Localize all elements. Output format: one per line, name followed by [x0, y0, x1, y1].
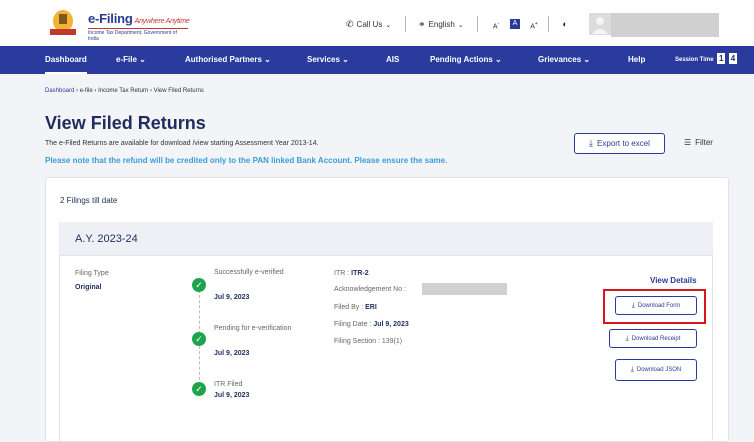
timeline-date: Jul 9, 2023 [214, 294, 250, 301]
filter-icon: ☰ [684, 138, 692, 147]
top-header: e-Filing Anywhere Anytime Income Tax Depa… [0, 0, 754, 46]
username-masked[interactable] [611, 13, 719, 37]
breadcrumb-efile[interactable]: e-file [80, 88, 93, 94]
filings-count: 2 Filings till date [60, 196, 118, 205]
user-icon [592, 17, 608, 34]
nav-pending-actions[interactable]: Pending Actions ⌄ [430, 46, 502, 74]
font-decrease-button[interactable]: A- [491, 19, 501, 30]
filing-date: Filing Date : Jul 9, 2023 [334, 321, 409, 328]
nav-services[interactable]: Services ⌄ [307, 46, 349, 74]
view-details-link[interactable]: View Details [650, 276, 697, 285]
page-description: The e-Filed Returns are available for do… [45, 140, 319, 147]
ay-header [59, 222, 713, 256]
divider [405, 16, 406, 32]
filing-type-value: Original [75, 284, 102, 291]
filing-section: Filing Section : 139(1) [334, 338, 403, 345]
acknowledgement-masked [422, 283, 507, 295]
divider [548, 16, 549, 32]
export-to-excel-button[interactable]: ⤓ Export to excel [574, 133, 665, 154]
breadcrumb-itr[interactable]: Income Tax Return [98, 88, 148, 94]
filed-by: Filed By : ERI [334, 304, 377, 311]
refund-note: Please note that the refund will be cred… [45, 156, 448, 165]
download-json-button[interactable]: ⤓ Download JSON [615, 359, 697, 381]
font-normal-button[interactable]: A [510, 19, 520, 29]
avatar[interactable] [589, 13, 611, 35]
nav-ais[interactable]: AIS [386, 46, 399, 74]
download-icon: ⤓ [630, 366, 634, 373]
download-icon: ⤓ [625, 334, 629, 342]
ay-title: A.Y. 2023-24 [75, 233, 138, 245]
nav-grievances[interactable]: Grievances ⌄ [538, 46, 590, 74]
nav-dashboard[interactable]: Dashboard [45, 46, 87, 74]
session-timer: Session Time 1 4 [675, 53, 737, 64]
call-us-button[interactable]: ✆ Call Us ⌄ [346, 19, 391, 30]
font-increase-button[interactable]: A+ [529, 19, 539, 30]
language-selector[interactable]: ⚭ English ⌄ [418, 19, 464, 30]
filter-button[interactable]: ☰ Filter [684, 138, 713, 147]
chevron-down-icon: ⌄ [385, 21, 392, 29]
timeline-status: Successfully e-verified [214, 269, 284, 276]
divider [477, 16, 478, 32]
download-icon: ⤓ [589, 138, 594, 148]
session-digit: 1 [717, 53, 726, 64]
download-receipt-button[interactable]: ⤓ Download Receipt [609, 329, 697, 348]
highlight-box [603, 289, 706, 324]
breadcrumb-current: View Filed Returns [153, 88, 204, 94]
nav-authorised-partners[interactable]: Authorised Partners ⌄ [185, 46, 271, 74]
main-navbar: Dashboard e-File ⌄ Authorised Partners ⌄… [0, 46, 754, 74]
itr-type: ITR : ITR-2 [334, 270, 369, 277]
acknowledgement-label: Acknowledgement No : [334, 286, 406, 293]
page-title: View Filed Returns [45, 113, 206, 133]
timeline-date: Jul 9, 2023 [214, 350, 250, 357]
breadcrumb: Dashboard › e-file › Income Tax Return ›… [45, 88, 204, 94]
emblem-logo-icon [50, 10, 76, 35]
chevron-down-icon: ⌄ [457, 21, 464, 29]
breadcrumb-dashboard[interactable]: Dashboard [45, 88, 74, 94]
session-digit: 4 [728, 53, 737, 64]
timeline-status: ITR Filed [214, 381, 243, 388]
logo-subtitle: Income Tax Department, Government of Ind… [88, 28, 188, 42]
check-icon: ✓ [192, 332, 206, 346]
phone-icon: ✆ [346, 19, 354, 29]
contrast-icon[interactable]: ◐ [560, 19, 570, 29]
nav-help[interactable]: Help [628, 46, 645, 74]
filing-type-label: Filing Type [75, 270, 109, 277]
timeline-date: Jul 9, 2023 [214, 392, 250, 399]
check-icon: ✓ [192, 278, 206, 292]
check-icon: ✓ [192, 382, 206, 396]
globe-icon: ⚭ [418, 19, 426, 29]
timeline-status: Pending for e-verification [214, 325, 292, 332]
logo-title: e-Filing Anywhere Anytime [88, 11, 190, 26]
nav-efile[interactable]: e-File ⌄ [116, 46, 146, 74]
